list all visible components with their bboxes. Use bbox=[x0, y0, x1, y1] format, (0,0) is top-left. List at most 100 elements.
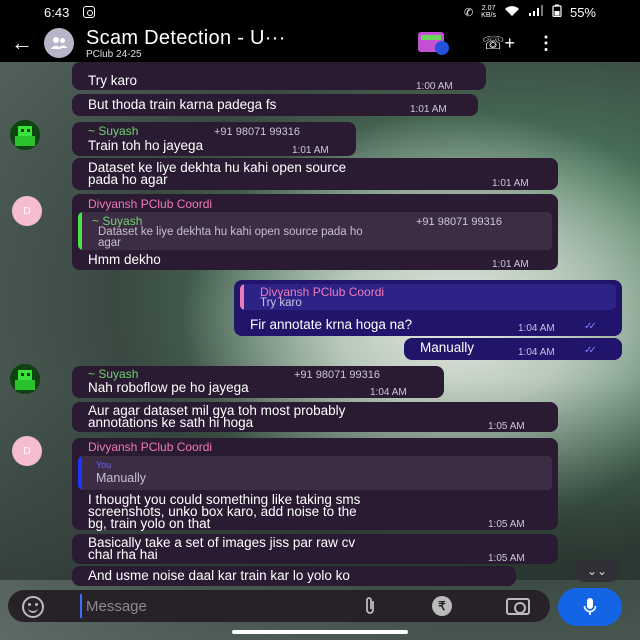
quote-bar bbox=[78, 212, 82, 250]
message-text: And usme noise daal kar train kar lo yol… bbox=[88, 568, 350, 583]
quoted-message[interactable]: Divyansh PClub Coordi Try karo bbox=[240, 284, 616, 310]
home-indicator[interactable] bbox=[232, 630, 408, 634]
quote-text: Try karo bbox=[260, 297, 302, 309]
status-time: 6:43 bbox=[44, 4, 70, 20]
signal-icon bbox=[528, 4, 544, 20]
chat-header: ← Scam Detection - U··· PClub 24-25 ☏+ ⋮ bbox=[0, 24, 640, 62]
net-speed: 2.07 KB/s bbox=[481, 5, 496, 19]
message-time: 1:04 AM bbox=[518, 347, 555, 358]
outgoing-message-bubble[interactable]: Manually 1:04 AM ✓✓ bbox=[404, 338, 622, 360]
sender-name[interactable]: Divyansh PClub Coordi bbox=[88, 441, 212, 454]
quote-text: Manually bbox=[96, 471, 147, 485]
message-time: 1:05 AM bbox=[488, 421, 525, 432]
message-text: bg, train yolo on that bbox=[88, 516, 211, 531]
attach-button[interactable] bbox=[362, 596, 378, 621]
message-time: 1:00 AM bbox=[416, 81, 453, 92]
sender-phone: +91 98071 99316 bbox=[294, 369, 380, 381]
avatar-letter: D bbox=[23, 205, 31, 217]
avatar-divyansh[interactable]: D bbox=[12, 196, 42, 226]
sender-name[interactable]: Divyansh PClub Coordi bbox=[88, 198, 212, 211]
message-time: 1:04 AM bbox=[370, 387, 407, 398]
message-bubble[interactable]: ~ Suyash +91 98071 99316 Nah roboflow pe… bbox=[72, 366, 444, 398]
message-text: But thoda train karna padega fs bbox=[88, 97, 277, 112]
message-bubble[interactable]: And usme noise daal kar train kar lo yol… bbox=[72, 566, 516, 586]
read-receipt-icon: ✓✓ bbox=[584, 345, 597, 356]
message-time: 1:01 AM bbox=[292, 145, 329, 156]
message-text: Try karo bbox=[88, 73, 138, 88]
message-time: 1:01 AM bbox=[492, 178, 529, 189]
battery-icon bbox=[552, 4, 562, 20]
wifi-icon bbox=[504, 5, 520, 20]
outgoing-message-bubble[interactable]: Divyansh PClub Coordi Try karo Fir annot… bbox=[234, 280, 622, 336]
net-speed-unit: KB/s bbox=[481, 12, 496, 19]
group-icon bbox=[50, 37, 68, 49]
payment-button[interactable]: ₹ bbox=[432, 596, 452, 616]
quoted-message[interactable]: ~ Suyash +91 98071 99316 Dataset ke liye… bbox=[78, 212, 552, 250]
quote-text: Dataset ke liye dekhta hu kahi open sour… bbox=[98, 226, 363, 238]
quoted-message[interactable]: You Manually bbox=[78, 456, 552, 490]
message-time: 1:05 AM bbox=[488, 519, 525, 530]
sender-name[interactable]: ~ Suyash bbox=[88, 125, 138, 138]
message-input-bar: ₹ bbox=[8, 590, 550, 622]
phone-plus-icon: ☏+ bbox=[482, 32, 516, 53]
message-time: 1:04 AM bbox=[518, 323, 555, 334]
message-text: Train toh ho jayega bbox=[88, 138, 204, 153]
avatar-suyash[interactable] bbox=[10, 364, 40, 394]
back-button[interactable]: ← bbox=[0, 24, 44, 62]
video-call-sticker-icon[interactable] bbox=[416, 30, 452, 56]
message-text: Manually bbox=[420, 340, 475, 355]
message-text: pada ho agar bbox=[88, 172, 168, 187]
paperclip-icon bbox=[366, 597, 374, 614]
quote-bar bbox=[240, 284, 244, 310]
message-bubble[interactable]: ~ Suyash +91 98071 99316 Train toh ho ja… bbox=[72, 122, 356, 156]
message-text: Fir annotate krna hoga na? bbox=[250, 317, 413, 332]
status-indicators: ✆ 2.07 KB/s 55% bbox=[464, 4, 596, 20]
overflow-menu-button[interactable]: ⋮ bbox=[536, 33, 556, 54]
message-text: chal rha hai bbox=[88, 547, 158, 562]
quote-sender: You bbox=[96, 460, 112, 470]
message-input[interactable] bbox=[80, 594, 340, 618]
message-text: Hmm dekho bbox=[88, 252, 161, 267]
avatar-suyash[interactable] bbox=[10, 120, 40, 150]
message-bubble[interactable]: Aur agar dataset mil gya toh most probab… bbox=[72, 402, 558, 432]
add-call-button[interactable]: ☏+ bbox=[482, 32, 516, 54]
quote-text: agar bbox=[98, 237, 122, 249]
pixel-avatar-icon bbox=[10, 120, 40, 150]
message-time: 1:01 AM bbox=[410, 104, 447, 115]
more-vert-icon: ⋮ bbox=[537, 32, 555, 53]
call-forward-icon: ✆ bbox=[463, 6, 474, 19]
message-bubble[interactable]: Divyansh PClub Coordi You Manually I tho… bbox=[72, 438, 558, 530]
back-arrow-icon: ← bbox=[11, 30, 33, 55]
message-bubble[interactable]: Basically take a set of images jiss par … bbox=[72, 534, 558, 564]
scroll-to-bottom-button[interactable]: ⌄⌄ bbox=[574, 560, 620, 582]
quote-phone: +91 98071 99316 bbox=[416, 216, 502, 228]
message-text: Nah roboflow pe ho jayega bbox=[88, 380, 249, 395]
avatar-divyansh[interactable]: D bbox=[12, 436, 42, 466]
message-bubble[interactable]: Divyansh PClub Coordi ~ Suyash +91 98071… bbox=[72, 194, 558, 270]
sender-phone: +91 98071 99316 bbox=[214, 126, 300, 138]
message-bubble[interactable]: But thoda train karna padega fs 1:01 AM bbox=[72, 94, 478, 116]
double-chevron-down-icon: ⌄⌄ bbox=[586, 564, 608, 578]
pixel-avatar-icon bbox=[10, 364, 40, 394]
rupee-icon: ₹ bbox=[438, 599, 446, 613]
chat-subtitle: PClub 24-25 bbox=[86, 48, 142, 60]
message-time: 1:05 AM bbox=[488, 553, 525, 564]
net-speed-value: 2.07 bbox=[481, 5, 496, 12]
voice-message-button[interactable] bbox=[558, 588, 622, 626]
message-text: annotations ke sath hi hoga bbox=[88, 415, 254, 430]
emoji-button[interactable] bbox=[22, 596, 44, 618]
message-bubble[interactable]: Try karo 1:00 AM bbox=[72, 62, 486, 92]
status-bar: 6:43 ✆ 2.07 KB/s 55% bbox=[0, 0, 640, 24]
quote-bar bbox=[78, 456, 82, 490]
message-bubble[interactable]: Dataset ke liye dekhta hu kahi open sour… bbox=[72, 158, 558, 190]
chat-title: Scam Detection - U··· bbox=[86, 26, 286, 49]
instagram-icon bbox=[83, 6, 96, 18]
chat-title-block[interactable]: Scam Detection - U··· PClub 24-25 bbox=[86, 27, 376, 60]
microphone-icon bbox=[583, 598, 597, 615]
read-receipt-icon: ✓✓ bbox=[584, 321, 597, 332]
avatar-letter: D bbox=[23, 445, 31, 457]
message-time: 1:01 AM bbox=[492, 259, 529, 270]
camera-button[interactable] bbox=[506, 598, 530, 615]
group-avatar[interactable] bbox=[44, 28, 74, 58]
battery-percent: 55% bbox=[569, 4, 596, 20]
